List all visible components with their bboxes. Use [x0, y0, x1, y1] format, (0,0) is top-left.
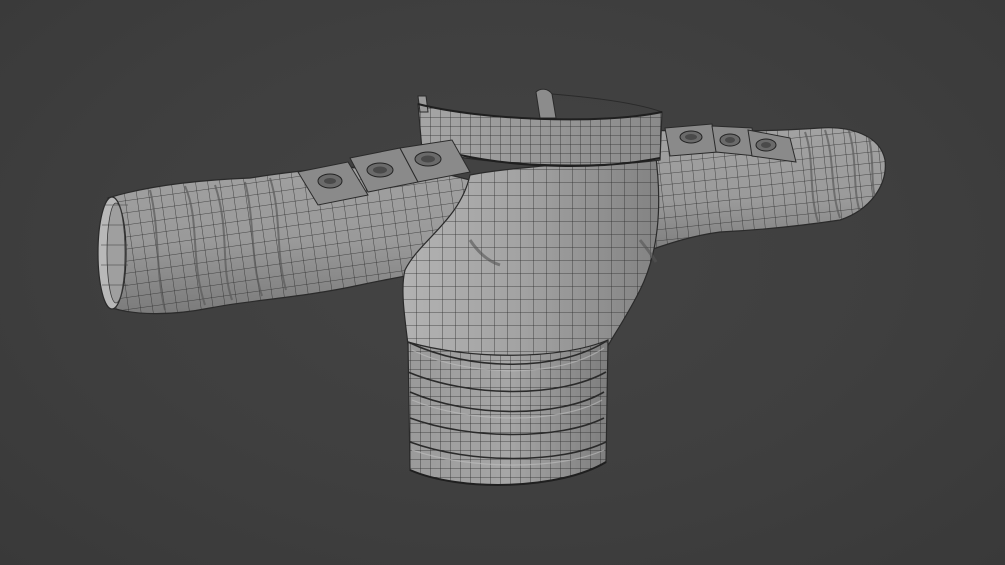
waist-bands [407, 339, 609, 486]
3d-viewport[interactable] [0, 0, 1005, 565]
wireframe-shirt-mesh[interactable] [0, 0, 1005, 565]
strap-button [664, 123, 719, 157]
